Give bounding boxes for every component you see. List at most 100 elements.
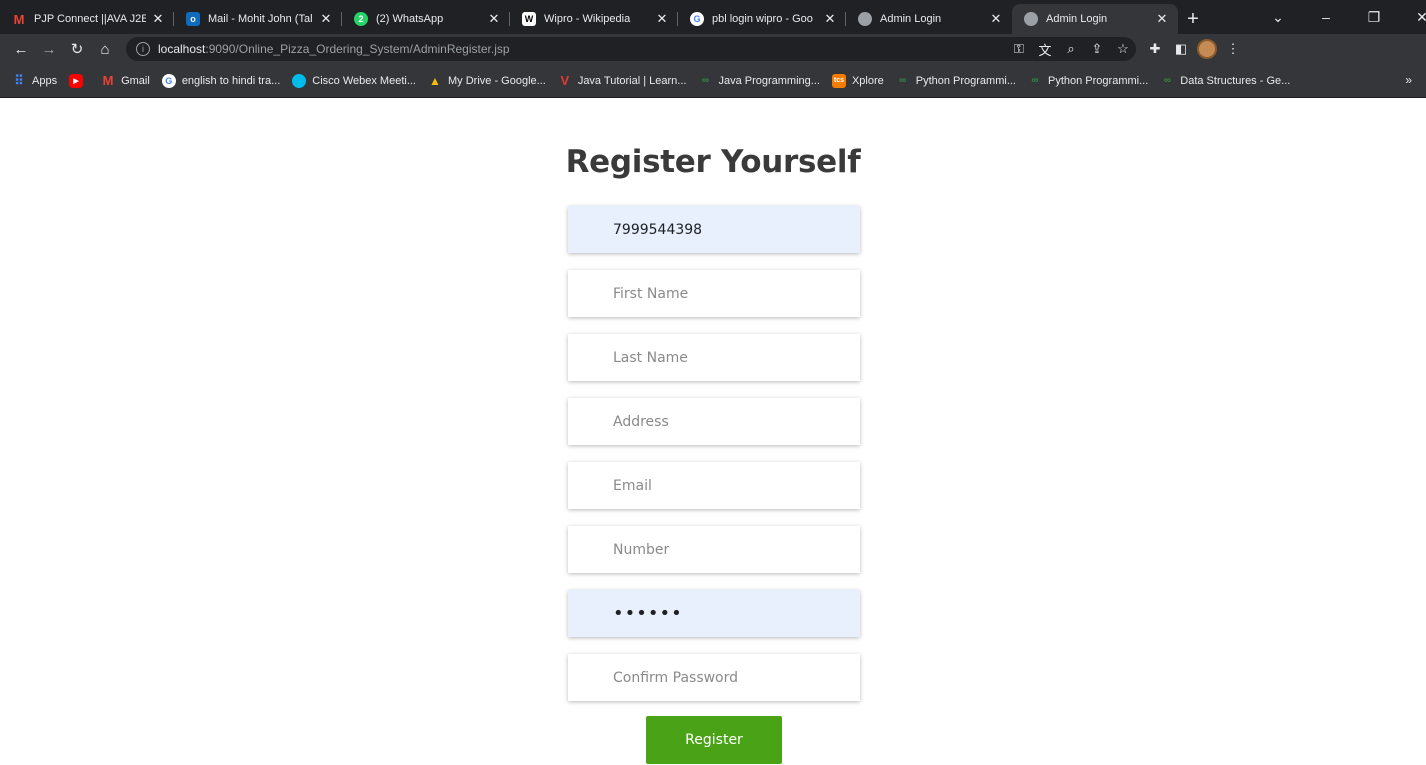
translate-icon[interactable]: 文 [1032, 36, 1058, 62]
browser-toolbar: ← → ↻ ⌂ i localhost:9090/Online_Pizza_Or… [0, 34, 1426, 64]
bookmark-xplore[interactable]: tcs Xplore [831, 73, 884, 88]
bookmark-gmail[interactable]: M Gmail [101, 73, 150, 88]
home-icon[interactable]: ⌂ [92, 36, 118, 62]
bookmarks-overflow-chevron[interactable]: » [1405, 73, 1412, 87]
bookmark-label: Gmail [121, 74, 150, 87]
profile-avatar[interactable] [1194, 36, 1220, 62]
minimize-button[interactable]: – [1302, 9, 1350, 25]
close-icon[interactable]: ✕ [1154, 11, 1170, 27]
vtutor-icon: V [560, 73, 570, 88]
side-panel-icon[interactable]: ◧ [1168, 36, 1194, 62]
tab-whatsapp[interactable]: 2 (2) WhatsApp ✕ [342, 4, 510, 34]
gmail-icon: M [13, 11, 25, 27]
tab-wikipedia[interactable]: W Wipro - Wikipedia ✕ [510, 4, 678, 34]
globe-icon [858, 12, 872, 26]
bookmark-java-tutorial[interactable]: V Java Tutorial | Learn... [558, 73, 687, 88]
restore-button[interactable]: ❐ [1350, 9, 1398, 26]
last-name-input[interactable]: Last Name [568, 334, 860, 381]
bookmark-label: Apps [32, 74, 58, 87]
tab-admin-login-active[interactable]: Admin Login ✕ [1012, 4, 1178, 34]
globe-icon [1024, 12, 1038, 26]
bookmark-python-2[interactable]: ∞ Python Programmi... [1028, 74, 1148, 88]
tcs-icon: tcs [831, 73, 846, 88]
outlook-icon: o [186, 12, 200, 26]
close-icon[interactable]: ✕ [318, 11, 334, 27]
register-button[interactable]: Register [646, 716, 782, 764]
window-controls: ⌄ – ❐ ✕ [1254, 0, 1426, 34]
bookmark-drive[interactable]: ▲ My Drive - Google... [428, 74, 546, 88]
bookmark-label: Java Tutorial | Learn... [577, 74, 687, 87]
bookmarks-bar: ⠿ Apps ▶ M Gmail G english to hindi tra.… [0, 64, 1426, 98]
number-input[interactable]: Number [568, 526, 860, 573]
close-icon[interactable]: ✕ [822, 11, 838, 27]
tab-google-search[interactable]: G pbl login wipro - Goo ✕ [678, 4, 846, 34]
address-bar[interactable]: i localhost:9090/Online_Pizza_Ordering_S… [126, 37, 1136, 61]
google-drive-icon: ▲ [429, 73, 441, 88]
omnibox-actions: ⚿ 文 ⌕ ⇪ ☆ [1006, 36, 1136, 62]
tab-title: Mail - Mohit John (Tal [208, 13, 313, 25]
bookmark-label: Python Programmi... [1048, 74, 1149, 87]
bookmark-label: Python Programmi... [915, 74, 1016, 87]
first-name-input[interactable]: First Name [568, 270, 860, 317]
username-input[interactable]: 7999544398 [568, 206, 860, 253]
tab-title: Admin Login [1046, 13, 1108, 25]
back-arrow-icon[interactable]: ← [8, 36, 34, 62]
close-icon[interactable]: ✕ [486, 11, 502, 27]
bookmark-webex[interactable]: Cisco Webex Meeti... [292, 73, 416, 88]
wikipedia-icon: W [522, 12, 536, 26]
register-form: 7999544398 First Name Last Name Address … [568, 206, 860, 718]
tab-pjp-connect[interactable]: M PJP Connect ||AVA J2E ✕ [0, 4, 174, 34]
google-icon: G [161, 73, 176, 88]
close-window-button[interactable]: ✕ [1398, 9, 1426, 26]
bookmark-label: english to hindi tra... [181, 74, 281, 87]
gfg-icon: ∞ [1031, 75, 1039, 86]
close-icon[interactable]: ✕ [150, 11, 166, 27]
info-icon[interactable]: i [136, 42, 150, 56]
close-icon[interactable]: ✕ [654, 11, 670, 27]
tab-strip: M PJP Connect ||AVA J2E ✕ o Mail - Mohit… [0, 0, 1426, 34]
email-input[interactable]: Email [568, 462, 860, 509]
bookmark-star-icon[interactable]: ☆ [1110, 36, 1136, 62]
avatar [1197, 39, 1217, 59]
bookmark-apps[interactable]: ⠿ Apps [12, 72, 58, 88]
tab-title: pbl login wipro - Goo [712, 13, 813, 25]
youtube-icon: ▶ [69, 73, 84, 88]
url-host: localhost [158, 42, 206, 56]
share-icon[interactable]: ⇪ [1084, 36, 1110, 62]
gmail-icon: M [102, 73, 114, 88]
tab-admin-login[interactable]: Admin Login ✕ [846, 4, 1012, 34]
page-title: Register Yourself [565, 144, 861, 180]
tab-title: (2) WhatsApp [376, 13, 444, 25]
bookmark-label: Cisco Webex Meeti... [312, 74, 416, 87]
zoom-icon[interactable]: ⌕ [1058, 36, 1084, 62]
close-icon[interactable]: ✕ [988, 11, 1004, 27]
new-tab-button[interactable]: + [1178, 4, 1208, 34]
bookmark-youtube[interactable]: ▶ [69, 73, 89, 88]
extensions-puzzle-icon[interactable]: ✚ [1142, 36, 1168, 62]
confirm-password-input[interactable]: Confirm Password [568, 654, 860, 701]
gfg-icon: ∞ [1163, 75, 1171, 86]
address-input[interactable]: Address [568, 398, 860, 445]
bookmark-english-hindi[interactable]: G english to hindi tra... [161, 73, 281, 88]
menu-kebab-icon[interactable]: ⋮ [1220, 36, 1246, 62]
key-icon[interactable]: ⚿ [1006, 36, 1032, 62]
tab-title: Admin Login [880, 13, 942, 25]
bookmark-label: Java Programming... [718, 74, 820, 87]
tab-mail[interactable]: o Mail - Mohit John (Tal ✕ [174, 4, 342, 34]
webex-icon [292, 73, 307, 88]
bookmark-data-structures[interactable]: ∞ Data Structures - Ge... [1160, 74, 1291, 88]
tab-title: Wipro - Wikipedia [544, 13, 631, 25]
tab-search-chevron-icon[interactable]: ⌄ [1254, 9, 1302, 26]
bookmark-java-programming[interactable]: ∞ Java Programming... [698, 74, 820, 88]
password-input[interactable]: •••••• [568, 590, 860, 637]
reload-icon[interactable]: ↻ [64, 36, 90, 62]
gfg-icon: ∞ [899, 75, 907, 86]
google-icon: G [690, 12, 704, 26]
bookmark-label: My Drive - Google... [448, 74, 546, 87]
apps-grid-icon: ⠿ [14, 72, 24, 88]
bookmark-python-1[interactable]: ∞ Python Programmi... [896, 74, 1016, 88]
bookmark-label: Data Structures - Ge... [1180, 74, 1291, 87]
forward-arrow-icon[interactable]: → [36, 36, 62, 62]
url-path: :9090/Online_Pizza_Ordering_System/Admin… [205, 42, 510, 56]
tab-title: PJP Connect ||AVA J2E [34, 13, 146, 25]
